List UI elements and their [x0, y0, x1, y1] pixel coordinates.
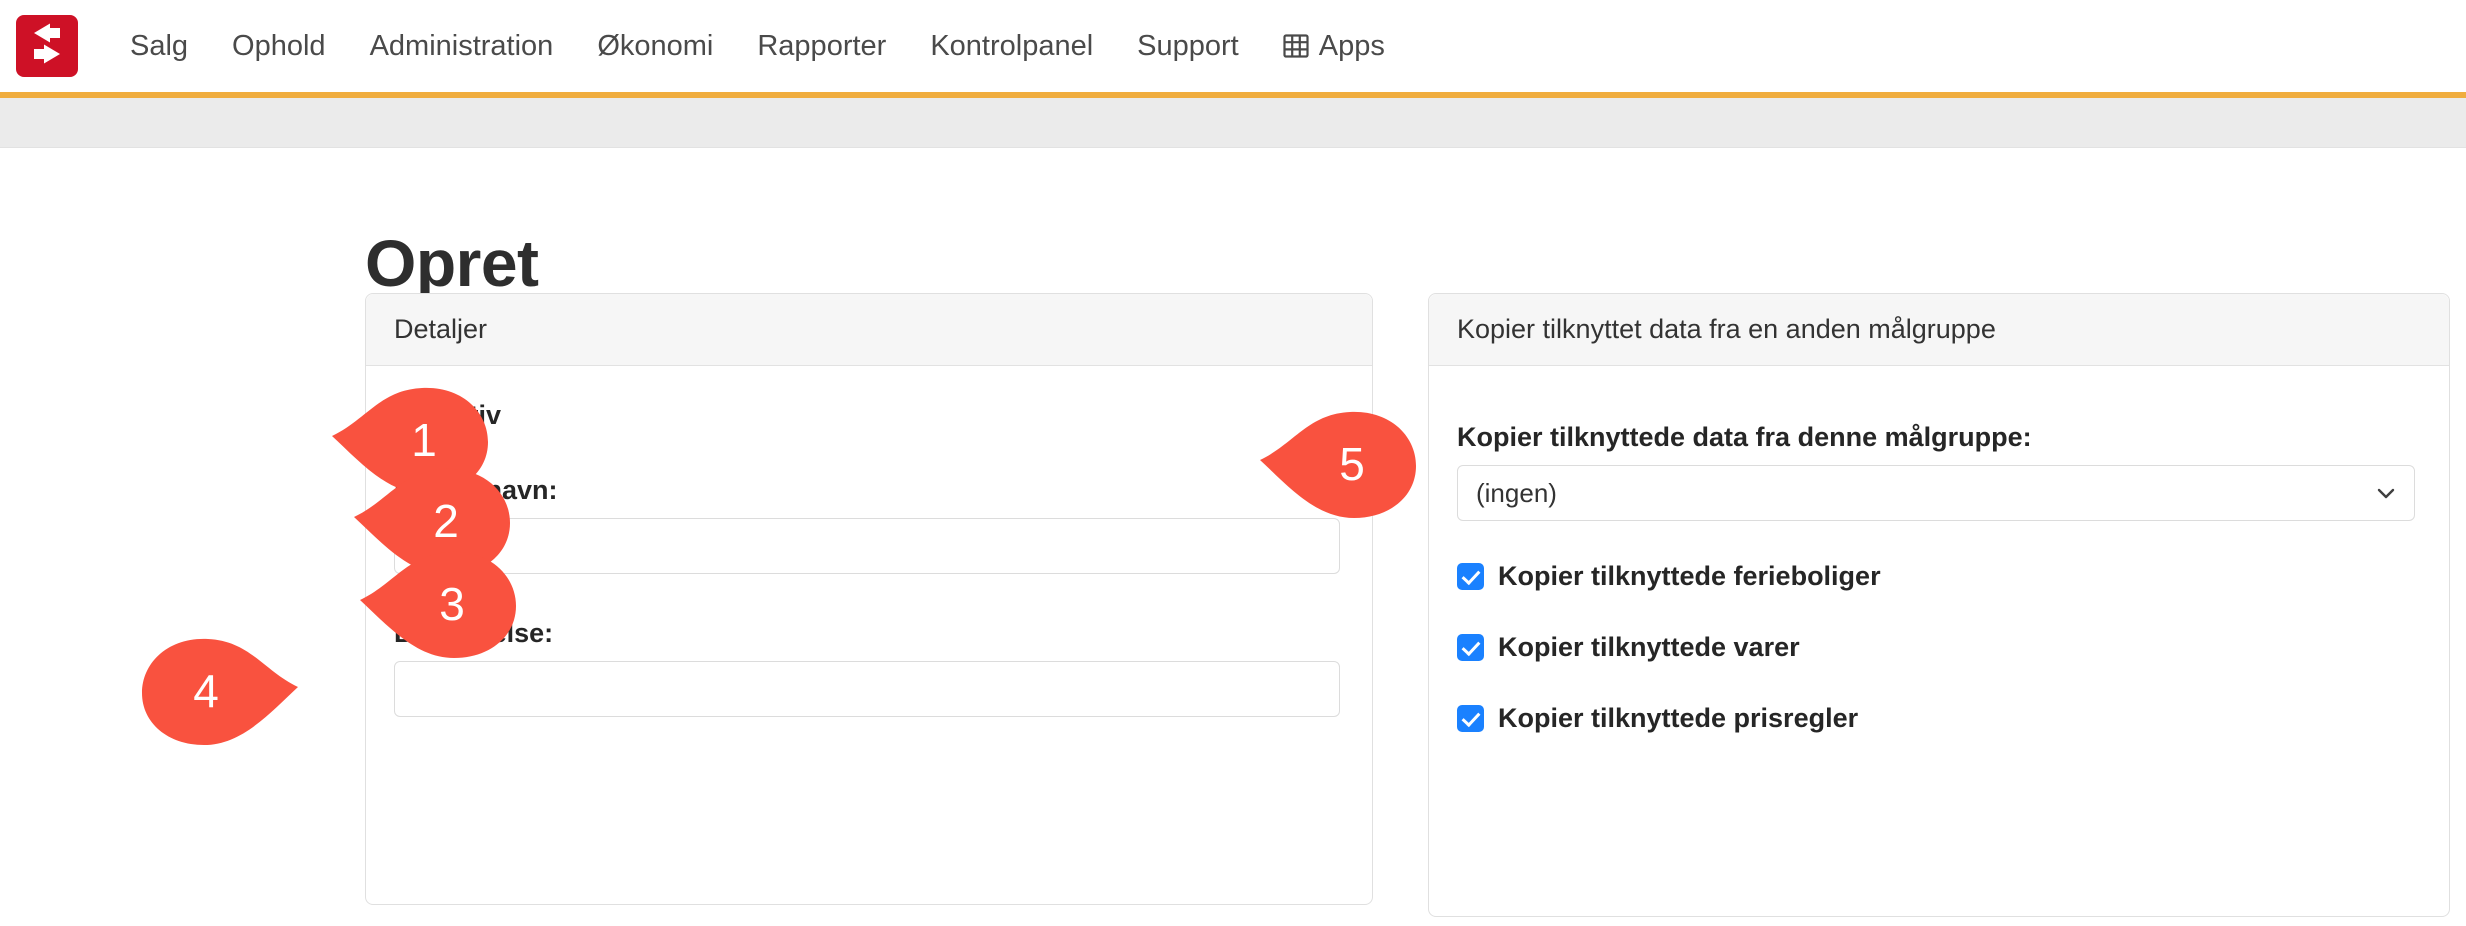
nav-item-ophold[interactable]: Ophold — [210, 0, 348, 92]
nav-item-apps-label: Apps — [1318, 29, 1385, 62]
malgruppe-select-wrap: (ingen) — [1457, 465, 2415, 521]
nav-item-salg[interactable]: Salg — [108, 0, 210, 92]
beskrivelse-input[interactable] — [394, 661, 1340, 717]
callout-marker-4: 4 — [140, 635, 300, 747]
nav-item-support[interactable]: Support — [1115, 0, 1261, 92]
copy-card-header: Kopier tilknyttet data fra en anden målg… — [1429, 294, 2449, 366]
page-title: Opret — [365, 226, 539, 301]
nav-links: Salg Ophold Administration Økonomi Rappo… — [108, 0, 1407, 92]
app-page: Salg Ophold Administration Økonomi Rappo… — [0, 0, 2466, 926]
aktiv-checkbox-row[interactable]: Aktiv — [394, 400, 1344, 431]
copy-ferieboliger-label[interactable]: Kopier tilknyttede ferieboliger — [1498, 561, 1881, 592]
copy-varer-checkbox[interactable] — [1457, 634, 1484, 661]
copy-prisregler-label[interactable]: Kopier tilknyttede prisregler — [1498, 703, 1858, 734]
subheader-band — [0, 98, 2466, 148]
malgruppe-select[interactable]: (ingen) — [1457, 465, 2415, 521]
callout-marker-5: 5 — [1258, 408, 1418, 520]
top-navbar: Salg Ophold Administration Økonomi Rappo… — [0, 0, 2466, 92]
malgruppe-select-value: (ingen) — [1476, 477, 1557, 508]
details-card-header: Detaljer — [366, 294, 1372, 366]
copy-options-list: Kopier tilknyttede ferieboliger Kopier t… — [1457, 561, 2421, 734]
callout-marker-3: 3 — [358, 548, 518, 660]
copy-prisregler-checkbox[interactable] — [1457, 705, 1484, 732]
copy-varer-row[interactable]: Kopier tilknyttede varer — [1457, 632, 2421, 663]
brand-logo[interactable] — [16, 15, 78, 77]
nav-item-rapporter[interactable]: Rapporter — [735, 0, 908, 92]
nav-item-okonomi[interactable]: Økonomi — [575, 0, 735, 92]
internt-navn-input[interactable] — [394, 518, 1340, 574]
internt-navn-label: Internt navn: — [394, 475, 558, 505]
grid-icon — [1283, 33, 1309, 59]
beskrivelse-label: Beskrivelse: — [394, 618, 1344, 649]
copy-varer-label[interactable]: Kopier tilknyttede varer — [1498, 632, 1800, 663]
copy-ferieboliger-row[interactable]: Kopier tilknyttede ferieboliger — [1457, 561, 2421, 592]
copy-card: Kopier tilknyttet data fra en anden målg… — [1428, 293, 2450, 917]
nav-item-kontrolpanel[interactable]: Kontrolpanel — [908, 0, 1115, 92]
nav-item-administration[interactable]: Administration — [348, 0, 576, 92]
malgruppe-select-label: Kopier tilknyttede data fra denne målgru… — [1457, 422, 2032, 452]
copy-card-body: Kopier tilknyttede data fra denne målgru… — [1429, 366, 2449, 762]
copy-prisregler-row[interactable]: Kopier tilknyttede prisregler — [1457, 703, 2421, 734]
nav-item-apps[interactable]: Apps — [1261, 30, 1407, 63]
copy-ferieboliger-checkbox[interactable] — [1457, 563, 1484, 590]
